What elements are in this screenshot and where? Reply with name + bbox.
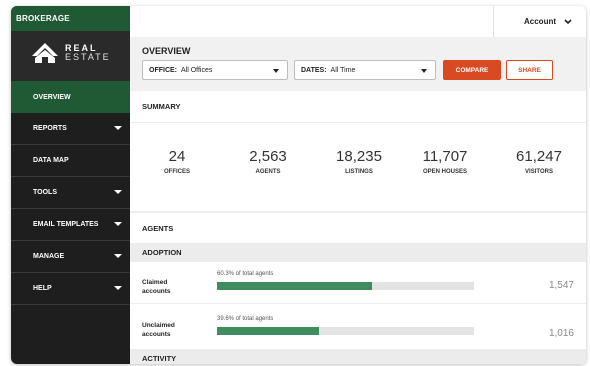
stat-label: OFFICES [163, 169, 190, 175]
adoption-label-line1: Unclaimed [142, 322, 175, 329]
sidebar-item-manage[interactable]: MANAGE [11, 241, 130, 273]
stat-label: AGENTS [255, 169, 281, 175]
app-frame: BROKERAGE REAL ESTATE OVERVIEW REPORTS D… [11, 6, 586, 364]
overview-header: OVERVIEW OFFICE: All Offices DATES: All … [130, 37, 586, 91]
adoption-label: Unclaimed accounts [142, 321, 175, 339]
adoption-bar-fill [217, 327, 319, 335]
sidebar-item-tools[interactable]: TOOLS [11, 177, 130, 209]
adoption-count: 1,547 [548, 280, 574, 291]
share-button[interactable]: SHARE [506, 60, 553, 80]
stat-offices: 24 OFFICES [137, 148, 217, 175]
sidebar-item-label: EMAIL TEMPLATES [33, 221, 99, 228]
brokerage-label: BROKERAGE [11, 6, 130, 31]
caret-down-icon [114, 286, 122, 290]
page-title: OVERVIEW [142, 46, 191, 56]
sidebar-item-label: HELP [33, 285, 52, 292]
main-content: SUMMARY 24 OFFICES 2,563 AGENTS 18,235 L… [130, 91, 586, 364]
dropdown-arrow-icon [421, 69, 427, 73]
stat-value: 61,247 [516, 148, 562, 165]
office-select[interactable]: OFFICE: All Offices [142, 60, 288, 80]
sidebar-item-label: REPORTS [33, 125, 67, 132]
agents-header: AGENTS [130, 213, 586, 243]
chevron-down-icon [564, 18, 572, 24]
adoption-label-line2: accounts [142, 288, 171, 295]
sidebar-item-data-map[interactable]: DATA MAP [11, 145, 130, 177]
sidebar-item-label: DATA MAP [33, 157, 69, 164]
sidebar-item-overview[interactable]: OVERVIEW [11, 81, 130, 113]
section-title: AGENTS [142, 223, 174, 233]
logo[interactable]: REAL ESTATE [11, 31, 130, 81]
top-bar: Account [130, 6, 586, 37]
house-logo-icon [32, 43, 58, 63]
dates-select-value: All Time [330, 66, 356, 74]
sidebar: BROKERAGE REAL ESTATE OVERVIEW REPORTS D… [11, 6, 130, 364]
adoption-bar-track [217, 282, 474, 290]
sidebar-item-label: MANAGE [33, 253, 65, 260]
dates-select[interactable]: DATES: All Time [294, 60, 436, 80]
caret-down-icon [114, 254, 122, 258]
stat-value: 18,235 [336, 148, 382, 165]
section-title: SUMMARY [142, 102, 181, 111]
logo-text: REAL ESTATE [65, 44, 111, 62]
caret-down-icon [114, 126, 122, 130]
adoption-bar-fill [217, 282, 372, 290]
stat-label: LISTINGS [345, 169, 373, 175]
stat-value: 2,563 [249, 148, 287, 165]
adoption-label: Claimed accounts [142, 278, 171, 296]
adoption-row-unclaimed: Unclaimed accounts 39.6% of total agents… [130, 304, 586, 349]
stat-listings: 18,235 LISTINGS [319, 148, 399, 175]
caret-down-icon [114, 222, 122, 226]
caret-down-icon [114, 190, 122, 194]
stat-label: OPEN HOUSES [422, 169, 467, 175]
dropdown-arrow-icon [273, 69, 279, 73]
stat-value: 11,707 [422, 148, 468, 165]
adoption-bar-track [217, 327, 474, 335]
adoption-count: 1,016 [548, 328, 574, 339]
logo-line2: ESTATE [65, 52, 111, 62]
stat-visitors: 61,247 VISITORS [499, 148, 579, 175]
sidebar-item-label: TOOLS [33, 189, 57, 196]
summary-header: SUMMARY [130, 91, 586, 123]
adoption-row-claimed: Claimed accounts 60.3% of total agents 1… [130, 262, 586, 302]
adoption-label-line1: Claimed [142, 279, 168, 286]
account-menu[interactable]: Account [493, 6, 586, 37]
sidebar-item-email-templates[interactable]: EMAIL TEMPLATES [11, 209, 130, 241]
compare-button[interactable]: COMPARE [443, 60, 501, 80]
office-select-label: OFFICE: [149, 66, 177, 74]
activity-header: ACTIVITY [130, 349, 586, 364]
sidebar-item-help[interactable]: HELP [11, 273, 130, 305]
adoption-header: ADOPTION [130, 243, 586, 262]
sidebar-item-label: OVERVIEW [33, 93, 71, 101]
stat-open-houses: 11,707 OPEN HOUSES [405, 148, 485, 175]
dates-select-label: DATES: [301, 66, 327, 74]
account-label: Account [524, 17, 556, 26]
stat-value: 24 [168, 148, 186, 165]
section-title: ACTIVITY [142, 353, 177, 363]
adoption-label-line2: accounts [142, 331, 171, 338]
adoption-note: 39.6% of total agents [217, 316, 274, 322]
sidebar-item-reports[interactable]: REPORTS [11, 113, 130, 145]
stat-label: VISITORS [525, 169, 553, 175]
office-select-value: All Offices [181, 66, 213, 74]
section-title: ADOPTION [142, 248, 182, 257]
adoption-note: 60.3% of total agents [217, 271, 274, 277]
stat-agents: 2,563 AGENTS [228, 148, 308, 175]
